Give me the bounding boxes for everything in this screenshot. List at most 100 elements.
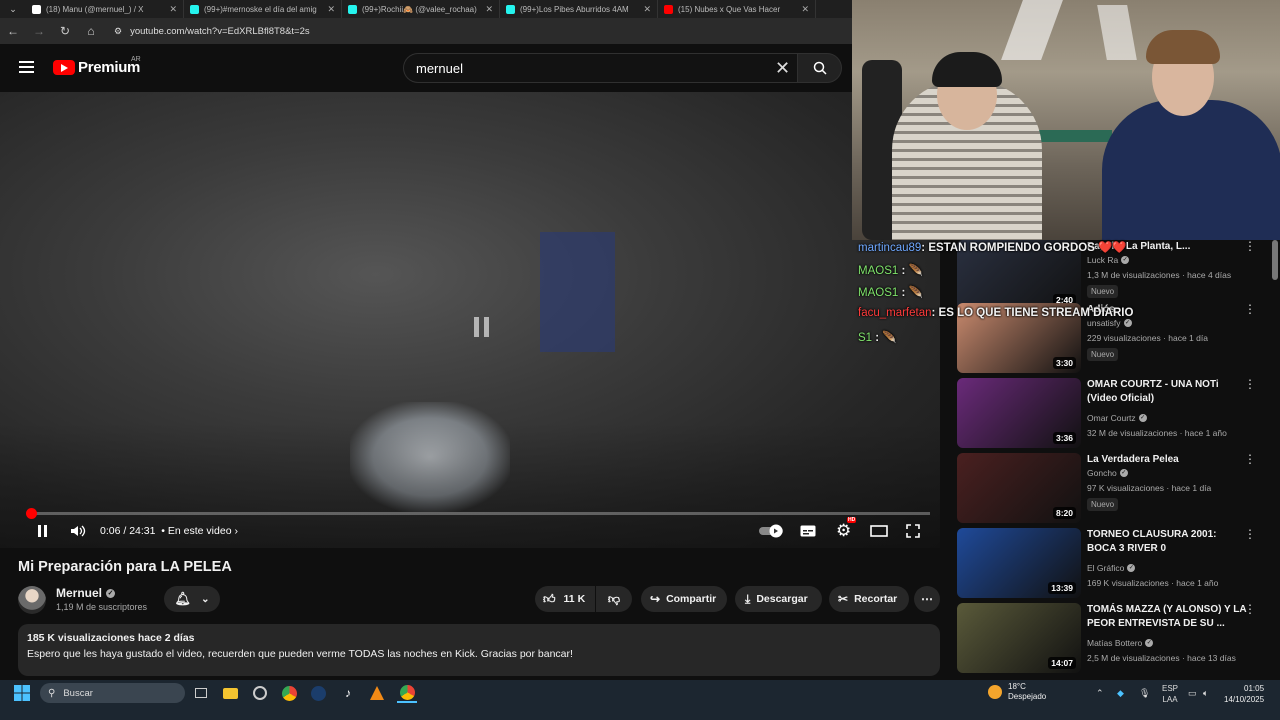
recommended-title[interactable]: La Verdadera Pelea [1087,453,1247,467]
dislike-button[interactable]: 👎︎ [596,586,632,612]
more-options-icon[interactable]: ⋮ [1244,378,1256,390]
settings-button[interactable]: ⚙ HD [836,517,857,540]
more-options-icon[interactable]: ⋮ [1244,453,1256,465]
browser-tab[interactable]: (18) Manu (@mernuel_) / X ✕ [26,0,184,18]
description-box[interactable]: 185 K visualizaciones hace 2 días Espero… [18,624,940,676]
more-actions-button[interactable]: ⋯ [914,586,940,612]
recommended-channel[interactable]: El Gráfico [1087,563,1124,573]
recommended-channel[interactable]: Matías Bottero [1087,638,1142,648]
reload-icon[interactable]: ↻ [58,24,72,38]
recommended-video[interactable]: 14:07 TOMÁS MAZZA (Y ALONSO) Y LA PEOR EN… [957,603,1277,673]
url-field[interactable]: ⚙ youtube.com/watch?v=EdXRLBfl8T8&t=2s [114,21,814,41]
taskbar-search[interactable]: ⚲ Buscar [40,683,185,703]
subtitles-button[interactable] [800,522,816,540]
chat-text: : ES LO QUE TIENE STREAM DIARIO [931,307,1134,319]
clip-button[interactable]: ✂ Recortar [829,586,909,612]
steam-icon[interactable] [308,683,328,703]
close-tab-icon[interactable]: ✕ [643,4,651,15]
volume-button[interactable] [70,522,86,540]
fullscreen-icon [906,524,920,538]
hd-badge: HD [847,517,857,523]
menu-icon[interactable] [19,61,34,73]
recommended-title[interactable]: TORNEO CLAUSURA 2001: BOCA 3 RIVER 0 [1087,528,1247,556]
like-count: 11 K [563,593,586,605]
recommended-channel[interactable]: Goncho [1087,468,1117,478]
like-button[interactable]: 👍︎ 11 K [535,586,595,612]
recommended-channel-row[interactable]: Omar Courtz ✓ [1087,413,1147,423]
recommended-video[interactable]: 13:39 TORNEO CLAUSURA 2001: BOCA 3 RIVER … [957,528,1277,598]
channel-name[interactable]: Mernuel [56,586,102,600]
recommended-title[interactable]: TOMÁS MAZZA (Y ALONSO) Y LA PEOR ENTREVI… [1087,603,1247,631]
browser-address-bar: ← → ↻ ⌂ ⚙ youtube.com/watch?v=EdXRLBfl8T… [0,18,852,44]
more-options-icon[interactable]: ⋮ [1244,603,1256,615]
back-arrow-icon[interactable]: ← [6,24,20,38]
close-tab-icon[interactable]: ✕ [169,4,177,15]
site-settings-icon[interactable]: ⚙ [114,26,122,37]
browser-tab-strip: ⌄ (18) Manu (@mernuel_) / X ✕ (99+)#mernos… [0,0,852,18]
speaker-icon[interactable]: 🔈︎ [1203,688,1208,699]
microphone-icon[interactable]: 🎙︎ [1139,688,1150,699]
recommended-channel[interactable]: Omar Courtz [1087,413,1136,423]
windows-start-icon[interactable] [12,683,32,703]
youtube-logo-icon [53,60,75,75]
ping-pong-table [1037,130,1112,142]
display-icon[interactable]: ▭ [1188,688,1197,699]
tab-search-chevron-icon[interactable]: ⌄ [0,0,26,18]
taskbar-search-label: Buscar [63,687,93,699]
vlc-icon[interactable] [367,683,387,703]
system-clock[interactable]: 01:05 14/10/2025 [1224,683,1264,705]
home-icon[interactable]: ⌂ [84,24,98,38]
tiktok-icon [506,4,515,14]
fullscreen-button[interactable] [906,522,920,540]
chrome-active-icon[interactable] [397,683,417,703]
browser-tab[interactable]: (15) Nubes x Que Vas Hacer ✕ [658,0,816,18]
recommended-title[interactable]: OMAR COURTZ - UNA NOTi (Video Oficial) [1087,378,1247,406]
more-options-icon[interactable]: ⋮ [1244,528,1256,540]
share-button[interactable]: ↪ Compartir [641,586,727,612]
close-tab-icon[interactable]: ✕ [327,4,335,15]
browser-tab[interactable]: (99+)Los Pibes Aburridos 4AM ✕ [500,0,658,18]
theater-mode-button[interactable] [870,522,888,540]
forward-arrow-icon[interactable]: → [32,24,46,38]
notifications-button[interactable]: 🔔︎ ⌄ [164,586,220,612]
recommended-channel-row[interactable]: Matías Bottero ✓ [1087,638,1154,648]
video-thumbnail[interactable]: 13:39 [957,528,1081,598]
clear-search-icon[interactable]: ✕ [775,59,790,77]
chrome-icon[interactable] [279,683,299,703]
recommended-channel-row[interactable]: El Gráfico ✓ [1087,563,1136,573]
video-thumbnail[interactable]: 3:36 [957,378,1081,448]
app-icon[interactable] [250,683,270,703]
clock-date: 14/10/2025 [1224,695,1265,704]
recommended-video[interactable]: 8:20 La Verdadera Pelea Goncho ✓ 97 K visual… [957,453,1277,523]
pause-button[interactable] [36,522,50,540]
scrubber-handle[interactable] [26,508,37,519]
tab-title: (18) Manu (@mernuel_) / X [46,4,144,14]
autoplay-toggle[interactable] [759,522,785,540]
download-label: Descargar [756,593,808,605]
language-indicator[interactable]: ESP LAA [1162,683,1178,705]
show-hidden-icons-chevron-icon[interactable]: ⌃ [1096,688,1104,699]
search-input[interactable]: mernuel [403,53,798,83]
browser-tab[interactable]: (99+)Rochii🙈 (@valee_rochaa) ✕ [342,0,500,18]
video-player[interactable]: 0:06 / 24:31 • En este video › ⚙ HD [0,92,940,548]
chapter-label[interactable]: En este video [168,525,232,537]
channel-avatar[interactable] [18,586,46,614]
search-button[interactable] [797,53,842,83]
task-view-icon[interactable] [191,683,211,703]
video-thumbnail[interactable]: 8:20 [957,453,1081,523]
progress-bar[interactable] [26,508,930,519]
chevron-right-icon[interactable]: › [232,525,238,537]
weather-widget[interactable]: 18°C Despejado [988,682,1046,702]
close-tab-icon[interactable]: ✕ [485,4,493,15]
video-thumbnail[interactable]: 14:07 [957,603,1081,673]
file-explorer-icon[interactable] [220,683,240,703]
network-app-icon[interactable]: ◆ [1117,688,1124,699]
youtube-premium-logo[interactable]: Premium [53,59,140,76]
tiktok-icon[interactable]: ♪ [338,683,358,703]
browser-tab[interactable]: (99+)#mernoske el día del amig ✕ [184,0,342,18]
close-tab-icon[interactable]: ✕ [801,4,809,15]
download-button[interactable]: ⤓ Descargar [735,586,822,612]
channel-name-row[interactable]: Mernuel ✓ [56,586,116,600]
recommended-channel-row[interactable]: Goncho ✓ [1087,468,1128,478]
recommended-video[interactable]: 3:36 OMAR COURTZ - UNA NOTi (Video Oficia… [957,378,1277,448]
